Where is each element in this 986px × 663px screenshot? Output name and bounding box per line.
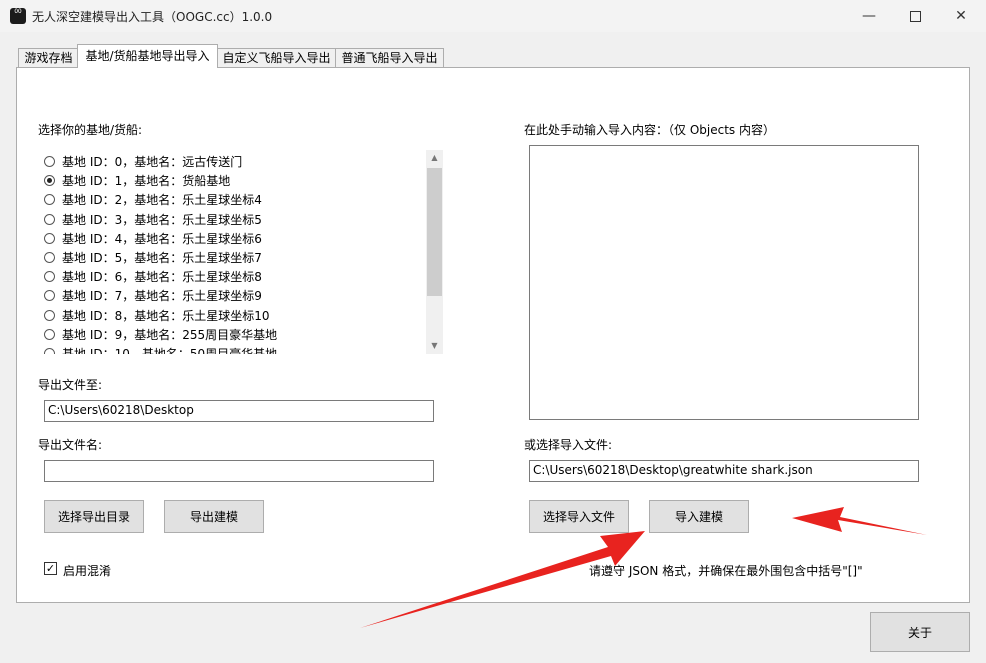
base-list-item-label: 基地 ID：7，基地名：乐土星球坐标9 xyxy=(62,289,262,304)
base-list-item-label: 基地 ID：5，基地名：乐土星球坐标7 xyxy=(62,251,262,265)
radio-button[interactable] xyxy=(44,156,55,167)
base-list-item[interactable]: 基地 ID：1，基地名：货船基地 xyxy=(44,171,230,190)
choose-import-file-button[interactable]: 选择导入文件 xyxy=(529,500,629,533)
radio-button[interactable] xyxy=(44,194,55,206)
scroll-up-icon[interactable]: ▲ xyxy=(426,150,443,166)
radio-button[interactable] xyxy=(44,309,55,321)
base-list-item[interactable]: 基地 ID：10，基地名：50周目豪华基地 xyxy=(44,344,277,354)
tab-custom-ship[interactable]: 自定义飞船导入导出 xyxy=(217,48,336,68)
base-list-item[interactable]: 基地 ID：0，基地名：远古传送门 xyxy=(44,152,242,171)
scroll-thumb[interactable] xyxy=(427,168,442,296)
import-file-field[interactable]: C:\Users\60218\Desktop\greatwhite shark.… xyxy=(529,460,919,482)
base-list-scrollbar[interactable]: ▲ ▼ xyxy=(426,150,443,354)
base-list-item-label: 基地 ID：3，基地名：乐土星球坐标5 xyxy=(62,212,262,227)
base-list-item[interactable]: 基地 ID：3，基地名：乐土星球坐标5 xyxy=(44,210,262,229)
base-list-item[interactable]: 基地 ID：4，基地名：乐土星球坐标6 xyxy=(44,229,262,248)
json-format-hint: 请遵守 JSON 格式，并确保在最外围包含中括号"[]" xyxy=(589,564,863,578)
base-list-item[interactable]: 基地 ID：2，基地名：乐土星球坐标4 xyxy=(44,190,262,209)
close-icon[interactable]: ✕ xyxy=(938,0,984,32)
scroll-down-icon[interactable]: ▼ xyxy=(426,338,443,354)
radio-button[interactable] xyxy=(44,252,55,263)
radio-button[interactable] xyxy=(44,271,55,283)
about-button[interactable]: 关于 xyxy=(870,612,970,652)
minimize-icon[interactable]: — xyxy=(846,0,892,32)
radio-button[interactable] xyxy=(44,213,55,225)
base-list-item-label: 基地 ID：1，基地名：货船基地 xyxy=(62,174,231,189)
import-file-label: 或选择导入文件: xyxy=(524,438,613,452)
export-dir-label: 导出文件至: xyxy=(38,378,103,392)
radio-button[interactable] xyxy=(44,290,55,302)
tab-normal-ship[interactable]: 普通飞船导入导出 xyxy=(335,48,444,68)
base-list-item-label: 基地 ID：10，基地名：50周目豪华基地 xyxy=(62,347,278,354)
export-dir-field[interactable]: C:\Users\60218\Desktop xyxy=(44,400,434,422)
choose-export-dir-button[interactable]: 选择导出目录 xyxy=(44,500,144,533)
radio-button[interactable] xyxy=(44,232,55,244)
radio-button[interactable] xyxy=(44,348,55,354)
export-model-button[interactable]: 导出建模 xyxy=(164,500,264,533)
radio-button[interactable] xyxy=(44,328,55,340)
radio-button[interactable] xyxy=(44,175,55,187)
export-name-field[interactable] xyxy=(44,460,434,482)
manual-input-area[interactable] xyxy=(529,145,919,420)
base-list-item-label: 基地 ID：9，基地名：255周目豪华基地 xyxy=(62,327,278,342)
base-list-item[interactable]: 基地 ID：7，基地名：乐土星球坐标9 xyxy=(44,286,262,305)
app-icon: OO xyxy=(10,8,26,24)
tab-base-export-import[interactable]: 基地/货船基地导出导入 xyxy=(77,44,218,68)
base-list-item[interactable]: 基地 ID：9，基地名：255周目豪华基地 xyxy=(44,325,277,344)
export-name-label: 导出文件名: xyxy=(38,438,103,452)
obfuscate-label: 启用混淆 xyxy=(63,564,112,578)
base-list-item[interactable]: 基地 ID：5，基地名：乐土星球坐标7 xyxy=(44,248,262,267)
maximize-icon[interactable] xyxy=(892,0,938,32)
base-list[interactable]: 基地 ID：0，基地名：远古传送门 基地 ID：1，基地名：货船基地基地 ID：2… xyxy=(38,148,444,354)
base-list-item-label: 基地 ID：4，基地名：乐土星球坐标6 xyxy=(62,231,262,246)
base-list-item-label: 基地 ID：2，基地名：乐土星球坐标4 xyxy=(62,193,262,208)
window-title: 无人深空建模导出入工具（OOGC.cc）1.0.0 xyxy=(32,10,273,24)
base-list-item-label: 基地 ID：0，基地名：远古传送门 xyxy=(62,155,243,169)
base-list-label: 选择你的基地/货船: xyxy=(38,123,143,137)
base-list-item-label: 基地 ID：8，基地名：乐土星球坐标10 xyxy=(62,308,270,323)
base-list-item-label: 基地 ID：6，基地名：乐土星球坐标8 xyxy=(62,270,262,285)
manual-input-label: 在此处手动输入导入内容：（仅 Objects 内容） xyxy=(524,123,775,137)
obfuscate-checkbox[interactable]: ✓ xyxy=(44,562,57,575)
import-model-button[interactable]: 导入建模 xyxy=(649,500,749,533)
base-list-item[interactable]: 基地 ID：8，基地名：乐土星球坐标10 xyxy=(44,306,270,325)
tab-game-save[interactable]: 游戏存档 xyxy=(18,48,79,68)
base-list-item[interactable]: 基地 ID：6，基地名：乐土星球坐标8 xyxy=(44,267,262,286)
title-bar: OO 无人深空建模导出入工具（OOGC.cc）1.0.0 — ✕ xyxy=(0,0,986,32)
